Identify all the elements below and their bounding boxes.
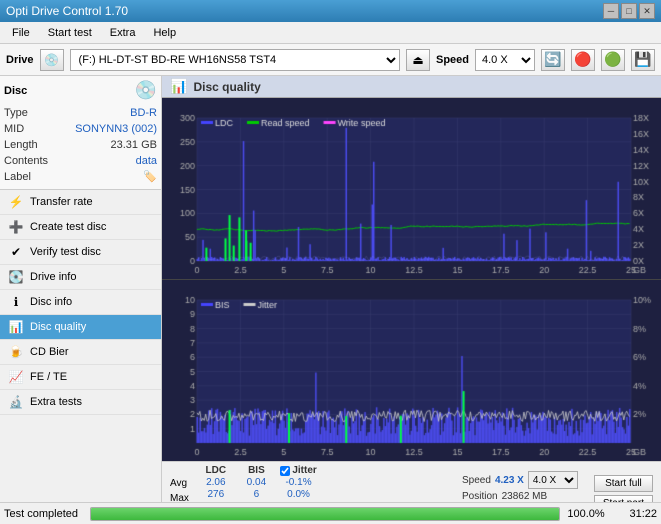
disc-mid-value: SONYNN3 (002) — [75, 121, 157, 137]
minimize-button[interactable]: ─ — [603, 3, 619, 19]
create-test-disc-icon: ➕ — [8, 220, 24, 234]
sidebar-item-label: Disc quality — [30, 321, 86, 333]
app-title: Opti Drive Control 1.70 — [6, 4, 128, 18]
jitter-header: Jitter — [292, 465, 316, 476]
menu-help[interactable]: Help — [145, 25, 184, 41]
jitter-avg: -0.1% — [285, 477, 311, 488]
bis-header: BIS — [248, 465, 265, 476]
bottom-bar: Test completed 100.0% 31:22 — [0, 502, 661, 524]
refresh-button[interactable]: 🔄 — [541, 49, 565, 71]
ldc-chart — [162, 98, 661, 280]
disc-contents-value: data — [136, 153, 157, 169]
main-content: Disc 💿 Type BD-R MID SONYNN3 (002) Lengt… — [0, 76, 661, 524]
disc-section: Disc 💿 Type BD-R MID SONYNN3 (002) Lengt… — [0, 76, 161, 190]
disc-label-icon: 🏷️ — [143, 169, 157, 185]
jitter-checkbox[interactable] — [280, 466, 290, 476]
verify-test-disc-icon: ✔ — [8, 245, 24, 259]
disc-quality-icon: 📊 — [8, 320, 24, 334]
sidebar-item-extra-tests[interactable]: 🔬 Extra tests — [0, 390, 161, 415]
menu-extra[interactable]: Extra — [102, 25, 144, 41]
chart-title-bar: 📊 Disc quality — [162, 76, 661, 98]
drive-select[interactable]: (F:) HL-DT-ST BD-RE WH16NS58 TST4 — [70, 49, 400, 71]
sidebar-item-label: CD Bier — [30, 346, 69, 358]
menu-file[interactable]: File — [4, 25, 38, 41]
menu-bar: File Start test Extra Help — [0, 22, 661, 44]
time-display: 31:22 — [612, 508, 657, 520]
drive-icon-button[interactable]: 💿 — [40, 49, 64, 71]
fe-te-icon: 📈 — [8, 370, 24, 384]
disc-length-value: 23.31 GB — [111, 137, 157, 153]
sidebar-item-label: FE / TE — [30, 371, 67, 383]
sidebar-item-label: Transfer rate — [30, 196, 93, 208]
bis-chart — [162, 280, 661, 461]
disc-contents-label: Contents — [4, 153, 48, 169]
disc-length-label: Length — [4, 137, 38, 153]
sidebar-item-label: Create test disc — [30, 221, 106, 233]
drive-label: Drive — [6, 54, 34, 66]
status-text: Test completed — [4, 508, 84, 520]
bis-avg: 0.04 — [247, 477, 266, 488]
sidebar-item-disc-info[interactable]: ℹ Disc info — [0, 290, 161, 315]
position-value: 23862 MB — [502, 491, 548, 502]
drive-bar: Drive 💿 (F:) HL-DT-ST BD-RE WH16NS58 TST… — [0, 44, 661, 76]
avg-label: Avg — [170, 477, 191, 491]
position-label: Position — [462, 491, 498, 502]
progress-bar-fill — [91, 508, 559, 520]
sidebar-item-transfer-rate[interactable]: ⚡ Transfer rate — [0, 190, 161, 215]
sidebar-item-cd-bier[interactable]: 🍺 CD Bier — [0, 340, 161, 365]
close-button[interactable]: ✕ — [639, 3, 655, 19]
disc-type-value: BD-R — [130, 105, 157, 121]
cd-bier-icon: 🍺 — [8, 345, 24, 359]
disc-type-label: Type — [4, 105, 28, 121]
sidebar-item-create-test-disc[interactable]: ➕ Create test disc — [0, 215, 161, 240]
bis-canvas — [162, 280, 661, 461]
extra-tests-icon: 🔬 — [8, 395, 24, 409]
speed-label: Speed — [436, 54, 469, 66]
sidebar-item-label: Verify test disc — [30, 246, 101, 258]
charts-area — [162, 98, 661, 461]
sidebar-item-disc-quality[interactable]: 📊 Disc quality — [0, 315, 161, 340]
ldc-header: LDC — [206, 465, 227, 476]
bis-max: 6 — [254, 489, 260, 500]
sidebar-item-verify-test-disc[interactable]: ✔ Verify test disc — [0, 240, 161, 265]
right-panel-wrapper: 📊 Disc quality Avg Max Total — [162, 76, 661, 524]
sidebar: Disc 💿 Type BD-R MID SONYNN3 (002) Lengt… — [0, 76, 162, 524]
speed-select[interactable]: 4.0 X — [475, 49, 535, 71]
menu-start-test[interactable]: Start test — [40, 25, 100, 41]
settings-button1[interactable]: 🔴 — [571, 49, 595, 71]
speed-stat-select[interactable]: 4.0 X — [528, 471, 578, 489]
disc-icon: 💿 — [135, 80, 157, 101]
eject-button[interactable]: ⏏ — [406, 49, 430, 71]
sidebar-menu: ⚡ Transfer rate ➕ Create test disc ✔ Ver… — [0, 190, 161, 503]
disc-info-icon: ℹ — [8, 295, 24, 309]
chart-title-icon: 📊 — [170, 78, 187, 95]
ldc-canvas — [162, 98, 661, 279]
speed-stat-value: 4.23 X — [495, 475, 524, 486]
sidebar-item-fe-te[interactable]: 📈 FE / TE — [0, 365, 161, 390]
disc-mid-label: MID — [4, 121, 24, 137]
transfer-rate-icon: ⚡ — [8, 195, 24, 209]
disc-label-label: Label — [4, 169, 31, 185]
jitter-max: 0.0% — [287, 489, 310, 500]
sidebar-item-label: Extra tests — [30, 396, 82, 408]
settings-button2[interactable]: 🟢 — [601, 49, 625, 71]
maximize-button[interactable]: □ — [621, 3, 637, 19]
ldc-max: 276 — [207, 489, 224, 500]
chart-title: Disc quality — [193, 80, 260, 94]
speed-stat-label: Speed — [462, 475, 491, 486]
title-bar: Opti Drive Control 1.70 ─ □ ✕ — [0, 0, 661, 22]
sidebar-item-label: Drive info — [30, 271, 76, 283]
progress-percent: 100.0% — [566, 508, 606, 520]
drive-info-icon: 💽 — [8, 270, 24, 284]
disc-section-title: Disc — [4, 85, 27, 97]
save-button[interactable]: 💾 — [631, 49, 655, 71]
window-controls: ─ □ ✕ — [603, 3, 655, 19]
progress-bar-container — [90, 507, 560, 521]
sidebar-item-drive-info[interactable]: 💽 Drive info — [0, 265, 161, 290]
ldc-avg: 2.06 — [206, 477, 225, 488]
start-full-button[interactable]: Start full — [594, 475, 653, 492]
sidebar-item-label: Disc info — [30, 296, 72, 308]
